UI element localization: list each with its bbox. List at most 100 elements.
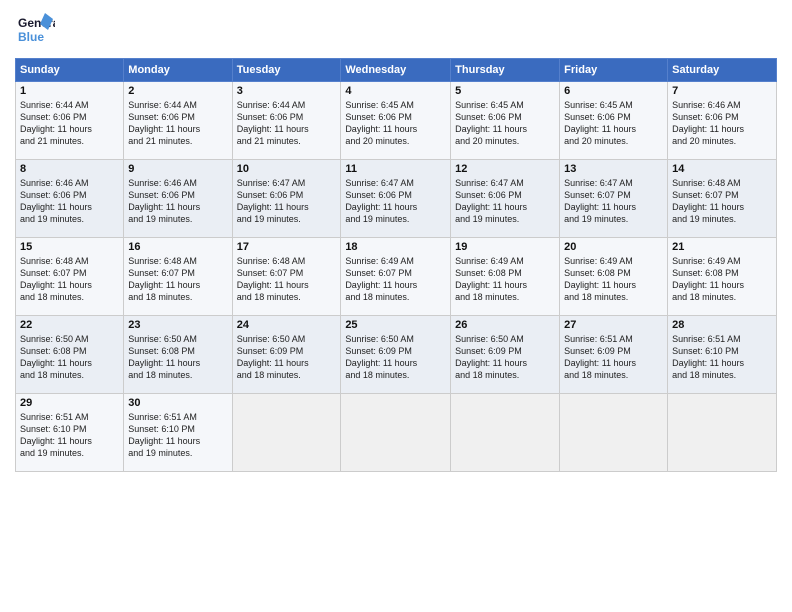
calendar-cell: 13 Sunrise: 6:47 AM Sunset: 6:07 PM Dayli… [560, 160, 668, 238]
calendar-cell: 14 Sunrise: 6:48 AM Sunset: 6:07 PM Dayli… [668, 160, 777, 238]
day-number: 9 [128, 163, 227, 175]
day-info: Sunrise: 6:44 AM Sunset: 6:06 PM Dayligh… [128, 99, 227, 148]
calendar-cell: 28 Sunrise: 6:51 AM Sunset: 6:10 PM Dayli… [668, 316, 777, 394]
week-row-3: 15 Sunrise: 6:48 AM Sunset: 6:07 PM Dayli… [16, 238, 777, 316]
calendar-cell: 12Sunrise: 6:47 AM Sunset: 6:06 PM Dayli… [451, 160, 560, 238]
calendar-cell [341, 394, 451, 472]
weekday-header-wednesday: Wednesday [341, 59, 451, 82]
calendar-cell: 10Sunrise: 6:47 AM Sunset: 6:06 PM Dayli… [232, 160, 341, 238]
day-number: 8 [20, 163, 119, 175]
day-info: Sunrise: 6:51 AM Sunset: 6:10 PM Dayligh… [128, 411, 227, 460]
day-number: 6 [564, 85, 663, 97]
week-row-2: 8 Sunrise: 6:46 AM Sunset: 6:06 PM Daylig… [16, 160, 777, 238]
day-number: 20 [564, 241, 663, 253]
svg-text:Blue: Blue [18, 30, 44, 44]
day-info: Sunrise: 6:46 AM Sunset: 6:06 PM Dayligh… [672, 99, 772, 148]
day-number: 1 [20, 85, 119, 97]
day-info: Sunrise: 6:47 AM Sunset: 6:06 PM Dayligh… [345, 177, 446, 226]
logo-container: General Blue [15, 10, 55, 50]
calendar-cell [560, 394, 668, 472]
week-row-5: 29 Sunrise: 6:51 AM Sunset: 6:10 PM Dayli… [16, 394, 777, 472]
calendar-cell: 17 Sunrise: 6:48 AM Sunset: 6:07 PM Dayli… [232, 238, 341, 316]
day-number: 15 [20, 241, 119, 253]
calendar-cell: 9 Sunrise: 6:46 AM Sunset: 6:06 PM Daylig… [124, 160, 232, 238]
day-info: Sunrise: 6:45 AM Sunset: 6:06 PM Dayligh… [455, 99, 555, 148]
day-number: 16 [128, 241, 227, 253]
day-number: 2 [128, 85, 227, 97]
calendar-cell: 3 Sunrise: 6:44 AM Sunset: 6:06 PM Daylig… [232, 82, 341, 160]
calendar-cell: 1 Sunrise: 6:44 AM Sunset: 6:06 PM Daylig… [16, 82, 124, 160]
logo: General Blue [15, 10, 55, 50]
day-number: 21 [672, 241, 772, 253]
day-number: 17 [237, 241, 337, 253]
day-info: Sunrise: 6:45 AM Sunset: 6:06 PM Dayligh… [345, 99, 446, 148]
day-number: 24 [237, 319, 337, 331]
weekday-header-monday: Monday [124, 59, 232, 82]
day-info: Sunrise: 6:50 AM Sunset: 6:09 PM Dayligh… [345, 333, 446, 382]
day-number: 4 [345, 85, 446, 97]
day-info: Sunrise: 6:51 AM Sunset: 6:10 PM Dayligh… [672, 333, 772, 382]
day-info: Sunrise: 6:44 AM Sunset: 6:06 PM Dayligh… [237, 99, 337, 148]
day-info: Sunrise: 6:49 AM Sunset: 6:08 PM Dayligh… [564, 255, 663, 304]
day-number: 7 [672, 85, 772, 97]
day-number: 18 [345, 241, 446, 253]
day-info: Sunrise: 6:50 AM Sunset: 6:08 PM Dayligh… [20, 333, 119, 382]
day-number: 3 [237, 85, 337, 97]
day-info: Sunrise: 6:44 AM Sunset: 6:06 PM Dayligh… [20, 99, 119, 148]
calendar-cell: 27 Sunrise: 6:51 AM Sunset: 6:09 PM Dayli… [560, 316, 668, 394]
day-number: 23 [128, 319, 227, 331]
day-info: Sunrise: 6:51 AM Sunset: 6:10 PM Dayligh… [20, 411, 119, 460]
calendar-cell: 29 Sunrise: 6:51 AM Sunset: 6:10 PM Dayli… [16, 394, 124, 472]
day-info: Sunrise: 6:49 AM Sunset: 6:08 PM Dayligh… [455, 255, 555, 304]
weekday-header-friday: Friday [560, 59, 668, 82]
day-number: 30 [128, 397, 227, 409]
day-info: Sunrise: 6:47 AM Sunset: 6:06 PM Dayligh… [455, 177, 555, 226]
calendar-table: SundayMondayTuesdayWednesdayThursdayFrid… [15, 58, 777, 472]
calendar-cell: 15 Sunrise: 6:48 AM Sunset: 6:07 PM Dayli… [16, 238, 124, 316]
calendar-cell: 2 Sunrise: 6:44 AM Sunset: 6:06 PM Daylig… [124, 82, 232, 160]
calendar-cell: 20 Sunrise: 6:49 AM Sunset: 6:08 PM Dayli… [560, 238, 668, 316]
day-info: Sunrise: 6:49 AM Sunset: 6:07 PM Dayligh… [345, 255, 446, 304]
day-info: Sunrise: 6:48 AM Sunset: 6:07 PM Dayligh… [20, 255, 119, 304]
calendar-cell: 26 Sunrise: 6:50 AM Sunset: 6:09 PM Dayli… [451, 316, 560, 394]
day-info: Sunrise: 6:48 AM Sunset: 6:07 PM Dayligh… [237, 255, 337, 304]
day-info: Sunrise: 6:48 AM Sunset: 6:07 PM Dayligh… [672, 177, 772, 226]
day-number: 28 [672, 319, 772, 331]
weekday-header-thursday: Thursday [451, 59, 560, 82]
day-info: Sunrise: 6:46 AM Sunset: 6:06 PM Dayligh… [128, 177, 227, 226]
calendar-cell: 16 Sunrise: 6:48 AM Sunset: 6:07 PM Dayli… [124, 238, 232, 316]
day-info: Sunrise: 6:47 AM Sunset: 6:07 PM Dayligh… [564, 177, 663, 226]
day-info: Sunrise: 6:48 AM Sunset: 6:07 PM Dayligh… [128, 255, 227, 304]
header: General Blue [15, 10, 777, 50]
day-number: 13 [564, 163, 663, 175]
calendar-cell: 24 Sunrise: 6:50 AM Sunset: 6:09 PM Dayli… [232, 316, 341, 394]
day-number: 25 [345, 319, 446, 331]
calendar-cell: 25 Sunrise: 6:50 AM Sunset: 6:09 PM Dayli… [341, 316, 451, 394]
day-info: Sunrise: 6:51 AM Sunset: 6:09 PM Dayligh… [564, 333, 663, 382]
calendar-cell: 22 Sunrise: 6:50 AM Sunset: 6:08 PM Dayli… [16, 316, 124, 394]
calendar-cell [668, 394, 777, 472]
day-number: 22 [20, 319, 119, 331]
logo-svg: General Blue [15, 10, 55, 50]
day-number: 10 [237, 163, 337, 175]
weekday-header-tuesday: Tuesday [232, 59, 341, 82]
weekday-header-saturday: Saturday [668, 59, 777, 82]
day-number: 14 [672, 163, 772, 175]
calendar-cell: 23Sunrise: 6:50 AM Sunset: 6:08 PM Dayli… [124, 316, 232, 394]
calendar-cell [451, 394, 560, 472]
calendar-cell: 19 Sunrise: 6:49 AM Sunset: 6:08 PM Dayli… [451, 238, 560, 316]
week-row-4: 22 Sunrise: 6:50 AM Sunset: 6:08 PM Dayli… [16, 316, 777, 394]
day-number: 26 [455, 319, 555, 331]
day-info: Sunrise: 6:50 AM Sunset: 6:09 PM Dayligh… [237, 333, 337, 382]
calendar-cell: 5Sunrise: 6:45 AM Sunset: 6:06 PM Daylig… [451, 82, 560, 160]
day-info: Sunrise: 6:50 AM Sunset: 6:09 PM Dayligh… [455, 333, 555, 382]
day-number: 19 [455, 241, 555, 253]
day-info: Sunrise: 6:49 AM Sunset: 6:08 PM Dayligh… [672, 255, 772, 304]
day-number: 11 [345, 163, 446, 175]
calendar-cell: 21 Sunrise: 6:49 AM Sunset: 6:08 PM Dayli… [668, 238, 777, 316]
calendar-cell: 30 Sunrise: 6:51 AM Sunset: 6:10 PM Dayli… [124, 394, 232, 472]
day-number: 29 [20, 397, 119, 409]
day-number: 27 [564, 319, 663, 331]
calendar-cell: 7 Sunrise: 6:46 AM Sunset: 6:06 PM Daylig… [668, 82, 777, 160]
week-row-1: 1 Sunrise: 6:44 AM Sunset: 6:06 PM Daylig… [16, 82, 777, 160]
